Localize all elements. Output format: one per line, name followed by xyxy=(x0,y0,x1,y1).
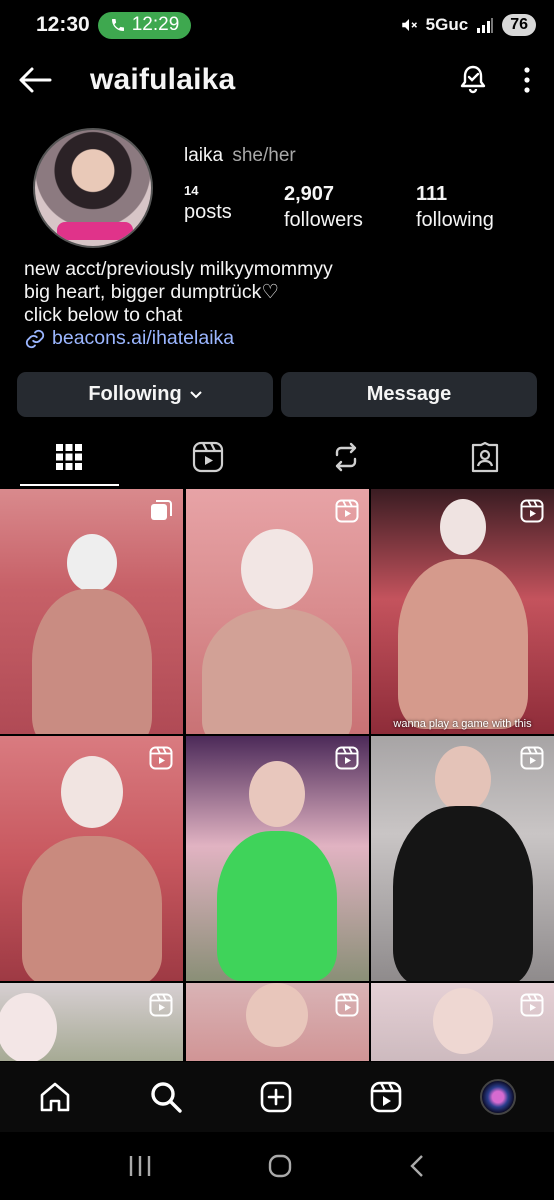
signal-icon xyxy=(477,18,494,33)
tab-reels[interactable] xyxy=(139,428,278,486)
reels-icon xyxy=(192,441,223,473)
battery-indicator: 76 xyxy=(502,14,536,36)
bio-line: new acct/previously milkyymommyy xyxy=(24,258,333,280)
posts-grid: wanna play a game with this xyxy=(0,489,554,1061)
profile-username: waifulaika xyxy=(90,63,236,96)
following-button[interactable]: Following xyxy=(17,372,273,417)
ongoing-call-pill[interactable]: 12:29 xyxy=(97,11,192,39)
search-icon[interactable] xyxy=(149,1080,183,1114)
following-count: 111 xyxy=(416,183,448,205)
repost-icon xyxy=(336,442,357,472)
create-icon[interactable] xyxy=(259,1080,293,1114)
post-thumbnail[interactable] xyxy=(185,983,369,1061)
tab-tagged[interactable] xyxy=(416,428,554,486)
bottom-navigation xyxy=(0,1062,554,1132)
following-button-label: Following xyxy=(88,383,182,405)
profile-avatar[interactable] xyxy=(33,128,153,248)
profile-header: waifulaika xyxy=(0,50,554,110)
call-duration: 12:29 xyxy=(131,14,180,35)
posts-label: posts xyxy=(184,201,232,223)
tab-reposts[interactable] xyxy=(277,428,416,486)
link-icon xyxy=(25,329,45,348)
stat-followers[interactable]: 2,907 followers xyxy=(284,183,363,232)
recent-apps-icon[interactable] xyxy=(127,1154,153,1178)
bio-link[interactable]: beacons.ai/ihatelaika xyxy=(24,327,333,350)
post-thumbnail[interactable] xyxy=(185,489,369,734)
reels-icon xyxy=(149,746,173,770)
chevron-down-icon xyxy=(189,390,202,398)
tab-posts-grid[interactable] xyxy=(0,428,139,486)
post-thumbnail[interactable] xyxy=(0,736,183,981)
stat-posts[interactable]: 14 posts xyxy=(184,183,232,224)
reels-icon[interactable] xyxy=(369,1080,403,1114)
post-thumbnail[interactable] xyxy=(371,983,554,1061)
following-label: following xyxy=(416,209,494,231)
back-icon[interactable] xyxy=(407,1153,427,1179)
network-label: 5Guc xyxy=(425,15,469,34)
post-thumbnail[interactable] xyxy=(0,489,183,734)
stat-following[interactable]: 111 following xyxy=(416,183,494,232)
home-button-icon[interactable] xyxy=(267,1153,293,1179)
phone-icon xyxy=(111,19,124,31)
profile-tabs xyxy=(0,428,554,486)
home-icon[interactable] xyxy=(38,1080,72,1114)
status-bar: 12:30 12:29 5Guc 76 xyxy=(0,0,554,50)
reels-icon xyxy=(520,746,544,770)
bio-line: big heart, bigger dumptrück♡ xyxy=(24,281,279,303)
posts-count: 14 xyxy=(184,183,199,198)
post-thumbnail[interactable] xyxy=(0,983,183,1061)
display-name: laika xyxy=(184,145,224,166)
clock: 12:30 xyxy=(36,13,90,36)
mute-icon xyxy=(401,19,417,31)
system-navigation xyxy=(0,1132,554,1200)
message-button[interactable]: Message xyxy=(281,372,537,417)
profile-name-line: laika she/her xyxy=(184,145,296,167)
post-caption: wanna play a game with this xyxy=(393,718,532,730)
reels-icon xyxy=(335,993,358,1017)
reels-icon xyxy=(520,499,544,523)
reels-icon xyxy=(335,746,358,770)
profile-bio: new acct/previously milkyymommyy big hea… xyxy=(24,258,333,350)
tagged-icon xyxy=(471,441,498,473)
more-options-icon[interactable] xyxy=(524,67,530,93)
post-thumbnail[interactable] xyxy=(185,736,369,981)
reels-icon xyxy=(149,993,173,1017)
followers-label: followers xyxy=(284,209,363,231)
bio-link-text: beacons.ai/ihatelaika xyxy=(52,327,235,349)
profile-avatar[interactable] xyxy=(479,1079,516,1115)
bio-line: click below to chat xyxy=(24,304,183,326)
carousel-icon xyxy=(151,500,172,520)
message-button-label: Message xyxy=(366,383,452,405)
back-arrow-icon[interactable] xyxy=(18,66,52,94)
post-thumbnail[interactable] xyxy=(371,736,554,981)
post-thumbnail[interactable]: wanna play a game with this xyxy=(371,489,554,734)
grid-icon xyxy=(56,444,83,470)
notification-bell-icon[interactable] xyxy=(458,64,488,96)
reels-icon xyxy=(520,993,544,1017)
followers-count: 2,907 xyxy=(284,183,335,205)
reels-icon xyxy=(335,499,358,523)
pronouns: she/her xyxy=(232,145,296,166)
